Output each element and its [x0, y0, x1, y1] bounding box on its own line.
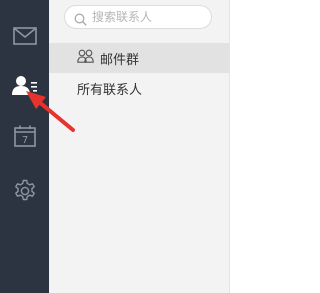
search-input[interactable]	[92, 9, 207, 25]
sidebar: 7	[0, 0, 49, 293]
gear-icon	[13, 179, 37, 203]
list-item-all-contacts[interactable]: 所有联系人	[49, 73, 229, 103]
calendar-icon: 7	[13, 125, 36, 147]
contacts-button[interactable]	[0, 66, 49, 106]
mail-icon	[12, 27, 37, 45]
contacts-icon	[11, 75, 38, 97]
mail-button[interactable]	[0, 16, 49, 56]
search-icon	[74, 11, 87, 30]
settings-button[interactable]	[0, 171, 49, 211]
calendar-button[interactable]: 7	[0, 116, 49, 156]
list-item-label: 所有联系人	[77, 82, 143, 98]
calendar-day-number: 7	[21, 135, 27, 146]
group-icon	[77, 49, 94, 67]
search-box	[64, 5, 212, 29]
list-item-mail-group[interactable]: 邮件群	[49, 43, 229, 73]
contacts-panel: 邮件群 所有联系人	[49, 0, 230, 293]
list-item-label: 邮件群	[100, 52, 140, 68]
